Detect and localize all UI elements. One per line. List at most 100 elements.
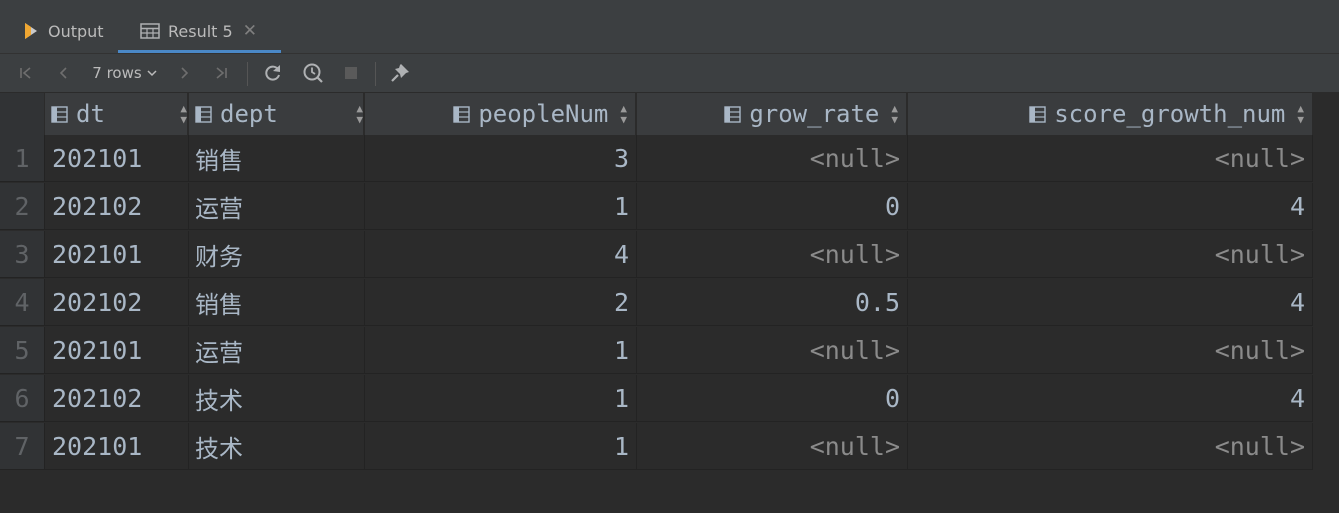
table-row[interactable]: 1 202101 销售 3 <null> <null> <box>0 135 1313 183</box>
first-page-icon <box>20 67 31 79</box>
cell-dept[interactable]: 运营 <box>189 327 365 374</box>
cell-score-growth-num[interactable]: <null> <box>908 423 1313 470</box>
result-toolbar: 7 rows <box>0 54 1339 93</box>
chevron-right-icon <box>181 67 189 79</box>
chevron-left-icon <box>59 67 67 79</box>
refresh-icon <box>265 65 280 81</box>
table-row[interactable]: 4 202102 销售 2 0.5 4 <box>0 279 1313 327</box>
cell-peoplenum[interactable]: 1 <box>365 327 637 374</box>
column-icon <box>1029 105 1046 123</box>
close-icon[interactable]: ✕ <box>243 21 257 41</box>
cell-dept[interactable]: 运营 <box>189 183 365 230</box>
tab-output-label: Output <box>48 21 104 41</box>
cell-dept[interactable]: 技术 <box>189 423 365 470</box>
table-row[interactable]: 7 202101 技术 1 <null> <null> <box>0 423 1313 471</box>
column-header-label: dept <box>220 100 278 128</box>
sort-icon[interactable]: ▲ ▼ <box>891 103 898 125</box>
tab-output[interactable]: Output <box>22 12 104 50</box>
column-header-label: grow_rate <box>749 100 880 128</box>
cell-score-growth-num[interactable]: 4 <box>908 279 1313 326</box>
cell-dt[interactable]: 202102 <box>45 183 189 230</box>
next-page-button[interactable] <box>170 54 198 92</box>
column-header-label: dt <box>76 100 105 128</box>
cell-grow-rate[interactable]: <null> <box>637 327 908 374</box>
cell-peoplenum[interactable]: 1 <box>365 183 637 230</box>
sort-icon[interactable]: ▲ ▼ <box>620 103 627 125</box>
cell-peoplenum[interactable]: 4 <box>365 231 637 278</box>
row-number: 6 <box>0 375 45 422</box>
column-header-peoplenum[interactable]: peopleNum ▲ ▼ <box>365 93 636 135</box>
column-icon <box>51 105 68 123</box>
last-page-icon <box>216 67 227 79</box>
cell-peoplenum[interactable]: 1 <box>365 423 637 470</box>
output-play-icon <box>25 23 37 39</box>
table-row[interactable]: 5 202101 运营 1 <null> <null> <box>0 327 1313 375</box>
column-header-dt[interactable]: dt ▲ ▼ <box>45 93 188 135</box>
cell-peoplenum[interactable]: 1 <box>365 375 637 422</box>
cell-peoplenum[interactable]: 3 <box>365 135 637 182</box>
stop-button[interactable] <box>337 54 365 92</box>
cell-dt[interactable]: 202102 <box>45 279 189 326</box>
sort-icon[interactable]: ▲ ▼ <box>1297 103 1304 125</box>
query-history-button[interactable] <box>298 54 328 92</box>
cell-dept[interactable]: 销售 <box>189 135 365 182</box>
tab-strip: Output Result 5 ✕ <box>0 0 1339 54</box>
row-number: 1 <box>0 135 45 182</box>
column-header-grow-rate[interactable]: grow_rate ▲ ▼ <box>637 93 907 135</box>
cell-score-growth-num[interactable]: 4 <box>908 183 1313 230</box>
toolbar-divider <box>375 62 376 86</box>
row-number-header <box>0 93 45 135</box>
cell-grow-rate[interactable]: <null> <box>637 423 908 470</box>
cell-dt[interactable]: 202101 <box>45 423 189 470</box>
first-page-button[interactable] <box>12 54 40 92</box>
column-header-label: score_growth_num <box>1054 100 1286 128</box>
cell-grow-rate[interactable]: <null> <box>637 135 908 182</box>
prev-page-button[interactable] <box>50 54 78 92</box>
tab-result-5[interactable]: Result 5 ✕ <box>118 12 281 53</box>
row-number: 2 <box>0 183 45 230</box>
cell-peoplenum[interactable]: 2 <box>365 279 637 326</box>
cell-grow-rate[interactable]: 0 <box>637 375 908 422</box>
last-page-button[interactable] <box>207 54 235 92</box>
column-header-score-growth-num[interactable]: score_growth_num ▲ ▼ <box>908 93 1313 135</box>
rows-count-dropdown[interactable]: 7 rows <box>88 54 162 92</box>
column-icon <box>195 105 212 123</box>
cell-score-growth-num[interactable]: <null> <box>908 231 1313 278</box>
cell-grow-rate[interactable]: <null> <box>637 231 908 278</box>
cell-grow-rate[interactable]: 0.5 <box>637 279 908 326</box>
column-header-dept[interactable]: dept ▲ ▼ <box>189 93 364 135</box>
pin-tab-button[interactable] <box>385 54 415 92</box>
column-icon <box>453 105 471 123</box>
cell-dept[interactable]: 销售 <box>189 279 365 326</box>
rows-count-label: 7 rows <box>92 64 142 82</box>
cell-dept[interactable]: 技术 <box>189 375 365 422</box>
row-number: 3 <box>0 231 45 278</box>
sort-icon[interactable]: ▲ ▼ <box>180 103 187 125</box>
history-clock-icon <box>303 63 323 83</box>
toolbar-divider <box>247 62 248 86</box>
table-icon <box>140 23 160 39</box>
chevron-down-icon <box>147 70 157 77</box>
reload-button[interactable] <box>258 54 288 92</box>
row-number: 4 <box>0 279 45 326</box>
stop-icon <box>345 67 357 79</box>
cell-dt[interactable]: 202101 <box>45 327 189 374</box>
pin-icon <box>391 64 409 82</box>
cell-score-growth-num[interactable]: 4 <box>908 375 1313 422</box>
table-row[interactable]: 2 202102 运营 1 0 4 <box>0 183 1313 231</box>
table-row[interactable]: 6 202102 技术 1 0 4 <box>0 375 1313 423</box>
table-row[interactable]: 3 202101 财务 4 <null> <null> <box>0 231 1313 279</box>
cell-dt[interactable]: 202101 <box>45 231 189 278</box>
cell-dt[interactable]: 202101 <box>45 135 189 182</box>
cell-grow-rate[interactable]: 0 <box>637 183 908 230</box>
cell-dept[interactable]: 财务 <box>189 231 365 278</box>
cell-dt[interactable]: 202102 <box>45 375 189 422</box>
sort-icon[interactable]: ▲ ▼ <box>356 103 363 125</box>
row-number: 5 <box>0 327 45 374</box>
row-number: 7 <box>0 423 45 470</box>
result-grid: dt ▲ ▼ dept ▲ ▼ peopleNum ▲ ▼ grow_rate ▲ ▼ … <box>0 93 1339 513</box>
cell-score-growth-num[interactable]: <null> <box>908 327 1313 374</box>
column-icon <box>724 105 742 123</box>
column-header-label: peopleNum <box>478 100 609 128</box>
cell-score-growth-num[interactable]: <null> <box>908 135 1313 182</box>
